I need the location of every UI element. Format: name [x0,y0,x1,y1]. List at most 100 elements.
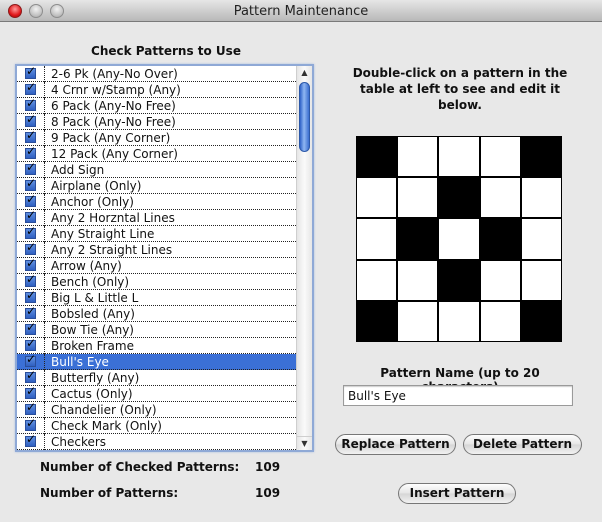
zoom-window-button[interactable] [50,4,64,18]
grid-cell-empty[interactable] [398,260,438,300]
grid-cell-empty[interactable] [521,219,561,259]
pattern-list-row[interactable]: Airplane (Only) [17,176,296,194]
grid-cell-empty[interactable] [398,301,438,341]
pattern-list-row[interactable]: Chandelier (Only) [17,400,296,418]
pattern-list-row[interactable]: 8 Pack (Any-No Free) [17,112,296,130]
grid-cell-empty[interactable] [439,137,479,177]
checked-checkbox[interactable] [25,96,36,111]
checked-checkbox[interactable] [25,400,36,415]
pattern-name: 2-6 Pk (Any-No Over) [51,66,178,81]
pattern-name-input[interactable] [343,385,573,406]
checked-checkbox[interactable] [25,320,36,335]
list-scrollbar[interactable]: ▲ ▼ [296,66,312,450]
pattern-list-row[interactable]: Any 2 Horzntal Lines [17,208,296,226]
grid-cell-filled[interactable] [398,219,438,259]
checked-checkbox[interactable] [25,416,36,431]
pattern-list-row[interactable]: Bench (Only) [17,272,296,290]
pattern-name: Any 2 Straight Lines [51,242,173,257]
grid-cell-empty[interactable] [480,178,520,218]
pattern-list-row[interactable]: Cactus (Only) [17,384,296,402]
pattern-name: 8 Pack (Any-No Free) [51,114,176,129]
pattern-list-row[interactable]: Arrow (Any) [17,256,296,274]
pattern-list-row[interactable]: Add Sign [17,160,296,178]
pattern-list[interactable]: 2-6 Pk (Any-No Over)4 Crnr w/Stamp (Any)… [15,64,314,452]
checked-checkbox[interactable] [25,304,36,319]
grid-cell-empty[interactable] [480,301,520,341]
pattern-rows: 2-6 Pk (Any-No Over)4 Crnr w/Stamp (Any)… [17,66,296,450]
grid-cell-empty[interactable] [521,260,561,300]
pattern-list-row[interactable]: Big L & Little L [17,288,296,306]
pattern-list-row[interactable]: 9 Pack (Any Corner) [17,128,296,146]
checked-checkbox[interactable] [25,432,36,447]
checked-checkbox[interactable] [25,288,36,303]
grid-cell-empty[interactable] [480,260,520,300]
checked-checkbox[interactable] [25,144,36,159]
grid-cell-filled[interactable] [357,137,397,177]
pattern-name: 9 Pack (Any Corner) [51,130,171,145]
minimize-window-button[interactable] [29,4,43,18]
grid-cell-empty[interactable] [521,178,561,218]
checked-checkbox[interactable] [25,336,36,351]
pattern-name: Big L & Little L [51,290,139,305]
pattern-list-row[interactable]: Bull's Eye [17,352,296,370]
checked-checkbox[interactable] [25,256,36,271]
checked-checkbox[interactable] [25,384,36,399]
checked-checkbox[interactable] [25,112,36,127]
checked-checkbox[interactable] [25,208,36,223]
pattern-list-row[interactable]: Bow Tie (Any) [17,320,296,338]
pattern-name: 12 Pack (Any Corner) [51,146,178,161]
checked-checkbox[interactable] [25,160,36,175]
checked-checkbox[interactable] [25,352,36,367]
pattern-list-row[interactable]: Bobsled (Any) [17,304,296,322]
grid-cell-empty[interactable] [439,301,479,341]
grid-cell-filled[interactable] [439,260,479,300]
grid-cell-empty[interactable] [357,260,397,300]
pattern-list-row[interactable]: Check Mark (Only) [17,416,296,434]
pattern-list-row[interactable]: Any Straight Line [17,224,296,242]
grid-cell-filled[interactable] [521,137,561,177]
checked-checkbox[interactable] [25,176,36,191]
checked-checkbox[interactable] [25,66,36,79]
pattern-name: Anchor (Only) [51,194,134,209]
checked-checkbox[interactable] [25,224,36,239]
grid-cell-filled[interactable] [521,301,561,341]
grid-cell-empty[interactable] [357,219,397,259]
pattern-name: Arrow (Any) [51,258,122,273]
checked-checkbox[interactable] [25,128,36,143]
checked-checkbox[interactable] [25,240,36,255]
pattern-list-row[interactable]: 6 Pack (Any-No Free) [17,96,296,114]
grid-cell-filled[interactable] [480,219,520,259]
insert-pattern-button[interactable]: Insert Pattern [398,483,516,504]
checked-checkbox[interactable] [25,368,36,383]
grid-cell-empty[interactable] [357,178,397,218]
total-count-value: 109 [255,486,281,500]
delete-pattern-button[interactable]: Delete Pattern [463,434,582,455]
pattern-list-row[interactable]: Butterfly (Any) [17,368,296,386]
grid-cell-empty[interactable] [398,178,438,218]
pattern-name: Check Mark (Only) [51,418,162,433]
grid-cell-empty[interactable] [480,137,520,177]
pattern-list-row[interactable]: Anchor (Only) [17,192,296,210]
replace-pattern-button[interactable]: Replace Pattern [335,434,456,455]
pattern-name: Bench (Only) [51,274,130,289]
grid-cell-empty[interactable] [398,137,438,177]
pattern-list-row[interactable]: 2-6 Pk (Any-No Over) [17,66,296,82]
scroll-thumb[interactable] [299,82,310,152]
close-window-button[interactable] [8,4,22,18]
scroll-up-arrow-icon[interactable]: ▲ [297,66,312,80]
pattern-list-row[interactable]: 12 Pack (Any Corner) [17,144,296,162]
pattern-name: Add Sign [51,162,105,177]
grid-cell-filled[interactable] [357,301,397,341]
pattern-list-row[interactable]: Checkers [17,432,296,450]
pattern-list-row[interactable]: 4 Crnr w/Stamp (Any) [17,80,296,98]
pattern-list-row[interactable]: Broken Frame [17,336,296,354]
pattern-name: Checkers [51,434,107,449]
checked-checkbox[interactable] [25,80,36,95]
pattern-name: Butterfly (Any) [51,370,140,385]
scroll-down-arrow-icon[interactable]: ▼ [297,436,312,450]
checked-checkbox[interactable] [25,272,36,287]
pattern-list-row[interactable]: Any 2 Straight Lines [17,240,296,258]
grid-cell-empty[interactable] [439,219,479,259]
grid-cell-filled[interactable] [439,178,479,218]
checked-checkbox[interactable] [25,192,36,207]
